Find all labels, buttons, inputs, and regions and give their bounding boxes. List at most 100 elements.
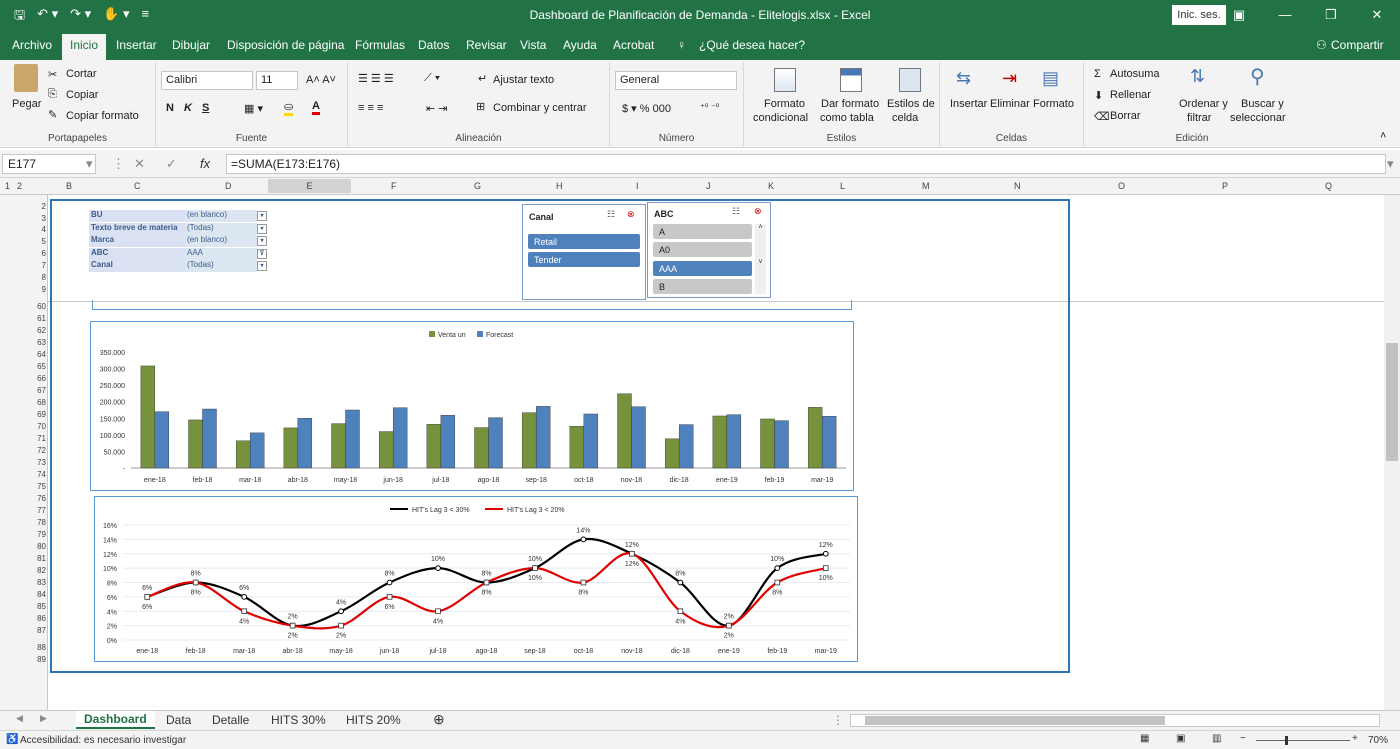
delete-cells-button[interactable]: Eliminar — [990, 98, 1030, 110]
next-sheet-icon[interactable]: ▶ — [40, 713, 47, 724]
filter-active-icon[interactable]: ⊽ — [257, 248, 267, 259]
borders-icon[interactable]: ▦ ▾ — [244, 102, 263, 115]
row-header[interactable]: 75 — [26, 482, 46, 491]
row-header[interactable]: 89 — [26, 655, 46, 664]
sheet-tab[interactable]: HITS 30% — [271, 713, 326, 727]
conditional-format-label[interactable]: condicional — [753, 112, 808, 124]
insert-function-icon[interactable]: fx — [200, 156, 210, 171]
collapse-ribbon-icon[interactable]: ˄ — [1380, 130, 1386, 142]
sheet-tab[interactable]: HITS 20% — [346, 713, 401, 727]
row-header[interactable]: 79 — [26, 530, 46, 539]
sheet-tab[interactable]: Data — [166, 713, 191, 727]
decimal-icon[interactable]: ⁺⁰ ⁻⁰ — [700, 102, 719, 113]
column-header[interactable]: N — [1014, 181, 1021, 191]
insert-cells-button[interactable]: Insertar — [950, 98, 987, 110]
row-header[interactable]: 62 — [26, 326, 46, 335]
horizontal-scrollbar[interactable] — [850, 714, 1380, 727]
column-header[interactable]: D — [225, 181, 232, 191]
new-sheet-icon[interactable]: ⊕ — [433, 711, 445, 728]
row-header[interactable]: 78 — [26, 518, 46, 527]
find-select-icon[interactable]: ⚲ — [1250, 64, 1265, 89]
format-painter-icon[interactable]: ✎ — [48, 108, 57, 121]
wrap-text-icon[interactable]: ↵ — [478, 72, 487, 85]
row-header[interactable]: 84 — [26, 590, 46, 599]
merge-center-button[interactable]: Combinar y centrar — [493, 102, 587, 114]
row-header[interactable]: 8 — [26, 273, 46, 282]
prev-sheet-icon[interactable]: ◀ — [16, 713, 23, 724]
dropdown-icon[interactable]: ▾ — [257, 261, 267, 271]
cut-icon[interactable]: ✂ — [48, 68, 57, 81]
row-header[interactable]: 83 — [26, 578, 46, 587]
tab-revisar[interactable]: Revisar — [466, 38, 507, 52]
multi-select-icon[interactable]: ☷ — [607, 209, 615, 220]
tab-insertar[interactable]: Insertar — [116, 38, 157, 52]
row-header[interactable]: 81 — [26, 554, 46, 563]
tab-disposicion[interactable]: Disposición de página — [227, 38, 344, 52]
row-header[interactable]: 88 — [26, 643, 46, 652]
line-chart[interactable]: 0% 2% 4% 6% 8% 10% 12% 14% 16% ene-18 feb-18 mar-18… — [94, 496, 858, 662]
slicer-item[interactable]: A — [653, 224, 752, 239]
slicer-scrollbar[interactable]: ˄ ˅ — [755, 224, 766, 294]
row-header[interactable]: 87 — [26, 626, 46, 635]
font-grow-icon[interactable]: A˄ A˅ — [306, 74, 336, 86]
merge-icon[interactable]: ⊞ — [476, 100, 485, 113]
horizontal-scroll-thumb[interactable] — [865, 716, 1165, 725]
slicer-item[interactable]: Tender — [528, 252, 640, 267]
number-format-box[interactable]: General — [615, 71, 737, 90]
sheet-tab-active[interactable]: Dashboard — [76, 711, 155, 729]
more-options-icon[interactable]: ⋮ — [832, 713, 844, 727]
format-painter-button[interactable]: Copiar formato — [66, 110, 139, 122]
row-header[interactable]: 5 — [26, 237, 46, 246]
close-icon[interactable]: ✕ — [1354, 0, 1400, 30]
minimize-icon[interactable]: — — [1262, 0, 1308, 30]
accessibility-status[interactable]: Accesibilidad: es necesario investigar — [20, 735, 186, 746]
column-header[interactable]: H — [556, 181, 563, 191]
expand-formula-icon[interactable]: ▾ — [1387, 156, 1394, 172]
clear-button[interactable]: Borrar — [1110, 110, 1141, 122]
dropdown-icon[interactable]: ▾ — [257, 236, 267, 246]
restore-icon[interactable]: ❐ — [1308, 0, 1354, 30]
ribbon-display-icon[interactable]: ▣ — [1216, 0, 1262, 30]
align-top-icon[interactable]: ☰ ☰ ☰ — [358, 72, 394, 85]
cut-button[interactable]: Cortar — [66, 68, 97, 80]
column-header[interactable]: Q — [1325, 181, 1332, 191]
row-header[interactable]: 2 — [26, 202, 46, 211]
sort-filter-button[interactable]: Ordenar y — [1179, 98, 1228, 110]
cancel-icon[interactable]: ✕ — [134, 156, 145, 172]
column-header-selected[interactable]: E — [268, 179, 351, 193]
underline-button[interactable]: S — [202, 102, 209, 114]
row-header[interactable]: 4 — [26, 225, 46, 234]
currency-icon[interactable]: $ ▾ % 000 — [622, 102, 671, 115]
conditional-format-icon[interactable] — [774, 68, 796, 92]
row-header[interactable]: 9 — [26, 285, 46, 294]
font-name-box[interactable]: Calibri — [161, 71, 253, 90]
italic-button[interactable]: K — [184, 102, 192, 114]
tab-datos[interactable]: Datos — [418, 38, 449, 52]
copy-button[interactable]: Copiar — [66, 89, 98, 101]
row-header[interactable]: 7 — [26, 261, 46, 270]
row-header[interactable]: 86 — [26, 614, 46, 623]
column-header[interactable]: F — [391, 181, 397, 191]
row-header[interactable]: 82 — [26, 566, 46, 575]
row-header[interactable]: 71 — [26, 434, 46, 443]
row-header[interactable]: 67 — [26, 386, 46, 395]
insert-cells-icon[interactable]: ⇆ — [956, 68, 971, 89]
dropdown-icon[interactable]: ▾ — [257, 223, 267, 234]
row-header[interactable]: 77 — [26, 506, 46, 515]
multi-select-icon[interactable]: ☷ — [732, 206, 740, 217]
normal-view-icon[interactable]: ▦ — [1140, 733, 1149, 744]
row-header[interactable]: 70 — [26, 422, 46, 431]
sort-filter-label[interactable]: filtrar — [1187, 112, 1211, 124]
format-as-table-icon[interactable] — [840, 68, 862, 92]
row-header[interactable]: 65 — [26, 362, 46, 371]
align-left-icon[interactable]: ≡ ≡ ≡ — [358, 102, 383, 114]
slicer-item[interactable]: B — [653, 279, 752, 294]
indent-icon[interactable]: ⇤ ⇥ — [426, 102, 448, 115]
font-size-box[interactable]: 11 — [256, 71, 298, 90]
name-box-dropdown-icon[interactable]: ▾ — [86, 156, 93, 172]
format-cells-button[interactable]: Formato — [1033, 98, 1074, 110]
row-header[interactable]: 6 — [26, 249, 46, 258]
slicer-item-selected[interactable]: AAA — [653, 261, 752, 276]
bar-chart[interactable]: - 50.000 100.000 150.000 200.000 250.000 300.0… — [90, 321, 854, 491]
format-as-table-label[interactable]: como tabla — [820, 112, 874, 124]
